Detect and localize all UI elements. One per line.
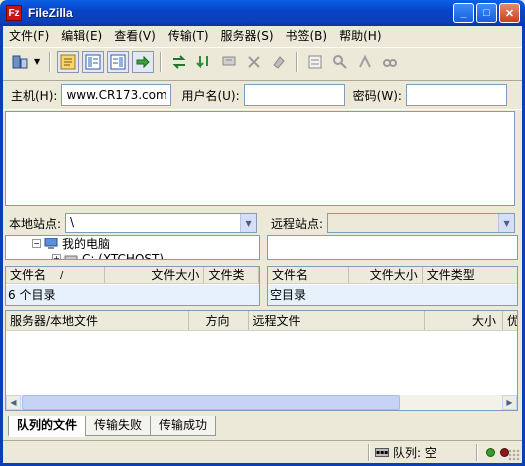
status-bar: ▪▪▪ 队列: 空 xyxy=(3,440,522,463)
queue-icon: ▪▪▪ xyxy=(375,448,389,457)
local-site-combo[interactable]: \ ▼ xyxy=(65,213,258,233)
site-manager-button[interactable] xyxy=(9,51,31,73)
col-filename[interactable]: 文件名 xyxy=(268,267,350,283)
refresh-icon[interactable] xyxy=(168,51,190,73)
menu-view[interactable]: 查看(V) xyxy=(108,27,162,45)
remote-site-label: 远程站点: xyxy=(271,216,324,231)
expand-icon[interactable]: + xyxy=(52,254,61,259)
filezilla-logo-icon: Fz xyxy=(6,5,22,21)
title-bar: Fz FileZilla _ □ ✕ xyxy=(0,0,525,26)
col-filesize[interactable]: 文件大小 xyxy=(349,267,423,283)
chevron-down-icon[interactable]: ▼ xyxy=(498,214,515,232)
reconnect-icon[interactable] xyxy=(268,51,290,73)
toggle-remote-tree-button[interactable] xyxy=(107,50,129,73)
col-filename[interactable]: 文件名 / xyxy=(6,267,106,283)
transfer-queue[interactable]: 服务器/本地文件 方向 远程文件 大小 优 ◀ ▶ xyxy=(5,310,518,411)
local-site-value: \ xyxy=(70,215,75,229)
drive-icon xyxy=(64,255,78,259)
scroll-right-icon[interactable]: ▶ xyxy=(502,395,517,410)
menu-help[interactable]: 帮助(H) xyxy=(333,27,387,45)
host-input[interactable] xyxy=(61,84,172,106)
minimize-button[interactable]: _ xyxy=(453,3,474,23)
search-files-icon[interactable] xyxy=(379,51,401,73)
remote-list-status: 空目录 xyxy=(268,285,517,305)
toolbar-separator xyxy=(160,51,162,72)
status-separator xyxy=(476,444,478,461)
queue-header: 服务器/本地文件 方向 远程文件 大小 优 xyxy=(6,311,517,331)
password-label: 密码(W): xyxy=(352,88,402,103)
host-label: 主机(H): xyxy=(11,88,58,103)
remote-site-bar: 远程站点: ▼ xyxy=(267,212,518,234)
tree-item-my-computer[interactable]: − 我的电脑 xyxy=(6,236,259,251)
col-spacer xyxy=(105,267,145,283)
compare-directories-icon[interactable] xyxy=(329,51,351,73)
tab-failed-transfers[interactable]: 传输失败 xyxy=(85,416,152,436)
toggle-local-tree-button[interactable] xyxy=(82,50,104,73)
tab-successful-transfers[interactable]: 传输成功 xyxy=(150,416,217,436)
disconnect-icon[interactable] xyxy=(243,51,265,73)
tab-queued-files[interactable]: 队列的文件 xyxy=(8,416,87,437)
close-button[interactable]: ✕ xyxy=(499,3,520,23)
sort-indicator-icon: / xyxy=(60,270,64,281)
menu-server[interactable]: 服务器(S) xyxy=(215,27,280,45)
col-filesize[interactable]: 文件大小 xyxy=(145,267,205,283)
scroll-left-icon[interactable]: ◀ xyxy=(6,395,21,410)
col-filetype[interactable]: 文件类 xyxy=(204,267,259,283)
toggle-log-button[interactable] xyxy=(57,50,79,73)
username-label: 用户名(U): xyxy=(181,88,240,103)
menu-transfer[interactable]: 传输(T) xyxy=(162,27,215,45)
menu-edit[interactable]: 编辑(E) xyxy=(55,27,108,45)
cancel-operation-icon[interactable] xyxy=(218,51,240,73)
window-title: FileZilla xyxy=(28,6,73,20)
collapse-icon[interactable]: − xyxy=(32,239,41,248)
local-site-label: 本地站点: xyxy=(9,216,62,231)
col-server-local-file[interactable]: 服务器/本地文件 xyxy=(6,311,189,330)
computer-icon xyxy=(44,237,58,249)
toolbar-separator xyxy=(296,51,298,72)
col-size[interactable]: 大小 xyxy=(425,311,504,330)
col-filetype[interactable]: 文件类型 xyxy=(423,267,517,283)
tree-item-drive-c[interactable]: + C: (XTCHOST) xyxy=(6,251,259,260)
local-directory-tree[interactable]: − 我的电脑 + C: (XTCHOST) xyxy=(5,235,260,260)
remote-site-combo[interactable]: ▼ xyxy=(327,213,516,233)
site-manager-dropdown-icon[interactable]: ▼ xyxy=(34,57,43,66)
remote-file-list-header: 文件名 文件大小 文件类型 xyxy=(268,267,517,284)
local-site-bar: 本地站点: \ ▼ xyxy=(5,212,261,234)
menu-file[interactable]: 文件(F) xyxy=(3,27,55,45)
col-remote-file[interactable]: 远程文件 xyxy=(249,311,426,330)
menu-bookmarks[interactable]: 书签(B) xyxy=(280,27,334,45)
status-separator xyxy=(368,444,370,461)
tree-item-label: C: (XTCHOST) xyxy=(82,251,165,260)
maximize-button[interactable]: □ xyxy=(476,3,497,23)
username-input[interactable] xyxy=(243,84,345,106)
queue-tabs: 队列的文件 传输失败 传输成功 xyxy=(8,416,217,437)
local-list-status: 6 个目录 xyxy=(6,285,259,305)
synchronized-browsing-icon[interactable] xyxy=(354,51,376,73)
chevron-down-icon[interactable]: ▼ xyxy=(240,214,257,232)
local-file-list-header: 文件名 / 文件大小 文件类 xyxy=(6,267,259,284)
scrollbar-thumb[interactable] xyxy=(22,395,400,410)
menu-bar: 文件(F) 编辑(E) 查看(V) 传输(T) 服务器(S) 书签(B) 帮助(… xyxy=(3,26,522,46)
message-log[interactable] xyxy=(5,111,515,206)
queue-status: ▪▪▪ 队列: 空 xyxy=(375,441,437,464)
resize-grip-icon[interactable] xyxy=(508,449,520,461)
col-direction[interactable]: 方向 xyxy=(189,311,249,330)
process-queue-icon[interactable] xyxy=(193,51,215,73)
directory-listing-filters-icon[interactable] xyxy=(304,51,326,73)
remote-file-list[interactable]: 文件名 文件大小 文件类型 空目录 xyxy=(267,266,518,306)
password-input[interactable] xyxy=(405,84,507,106)
toolbar-separator xyxy=(49,51,51,72)
col-priority[interactable]: 优 xyxy=(503,311,517,330)
queue-horizontal-scrollbar[interactable]: ◀ ▶ xyxy=(6,395,517,410)
remote-directory-tree[interactable] xyxy=(267,235,518,260)
toggle-queue-button[interactable] xyxy=(132,50,154,73)
queue-status-text: 队列: 空 xyxy=(393,446,437,460)
quickconnect-bar: 主机(H): 用户名(U): 密码(W): xyxy=(3,80,522,110)
toolbar: ▼ xyxy=(3,47,522,75)
local-file-list[interactable]: 文件名 / 文件大小 文件类 6 个目录 xyxy=(5,266,260,306)
tree-item-label: 我的电脑 xyxy=(62,237,111,251)
send-led-icon xyxy=(486,448,495,457)
